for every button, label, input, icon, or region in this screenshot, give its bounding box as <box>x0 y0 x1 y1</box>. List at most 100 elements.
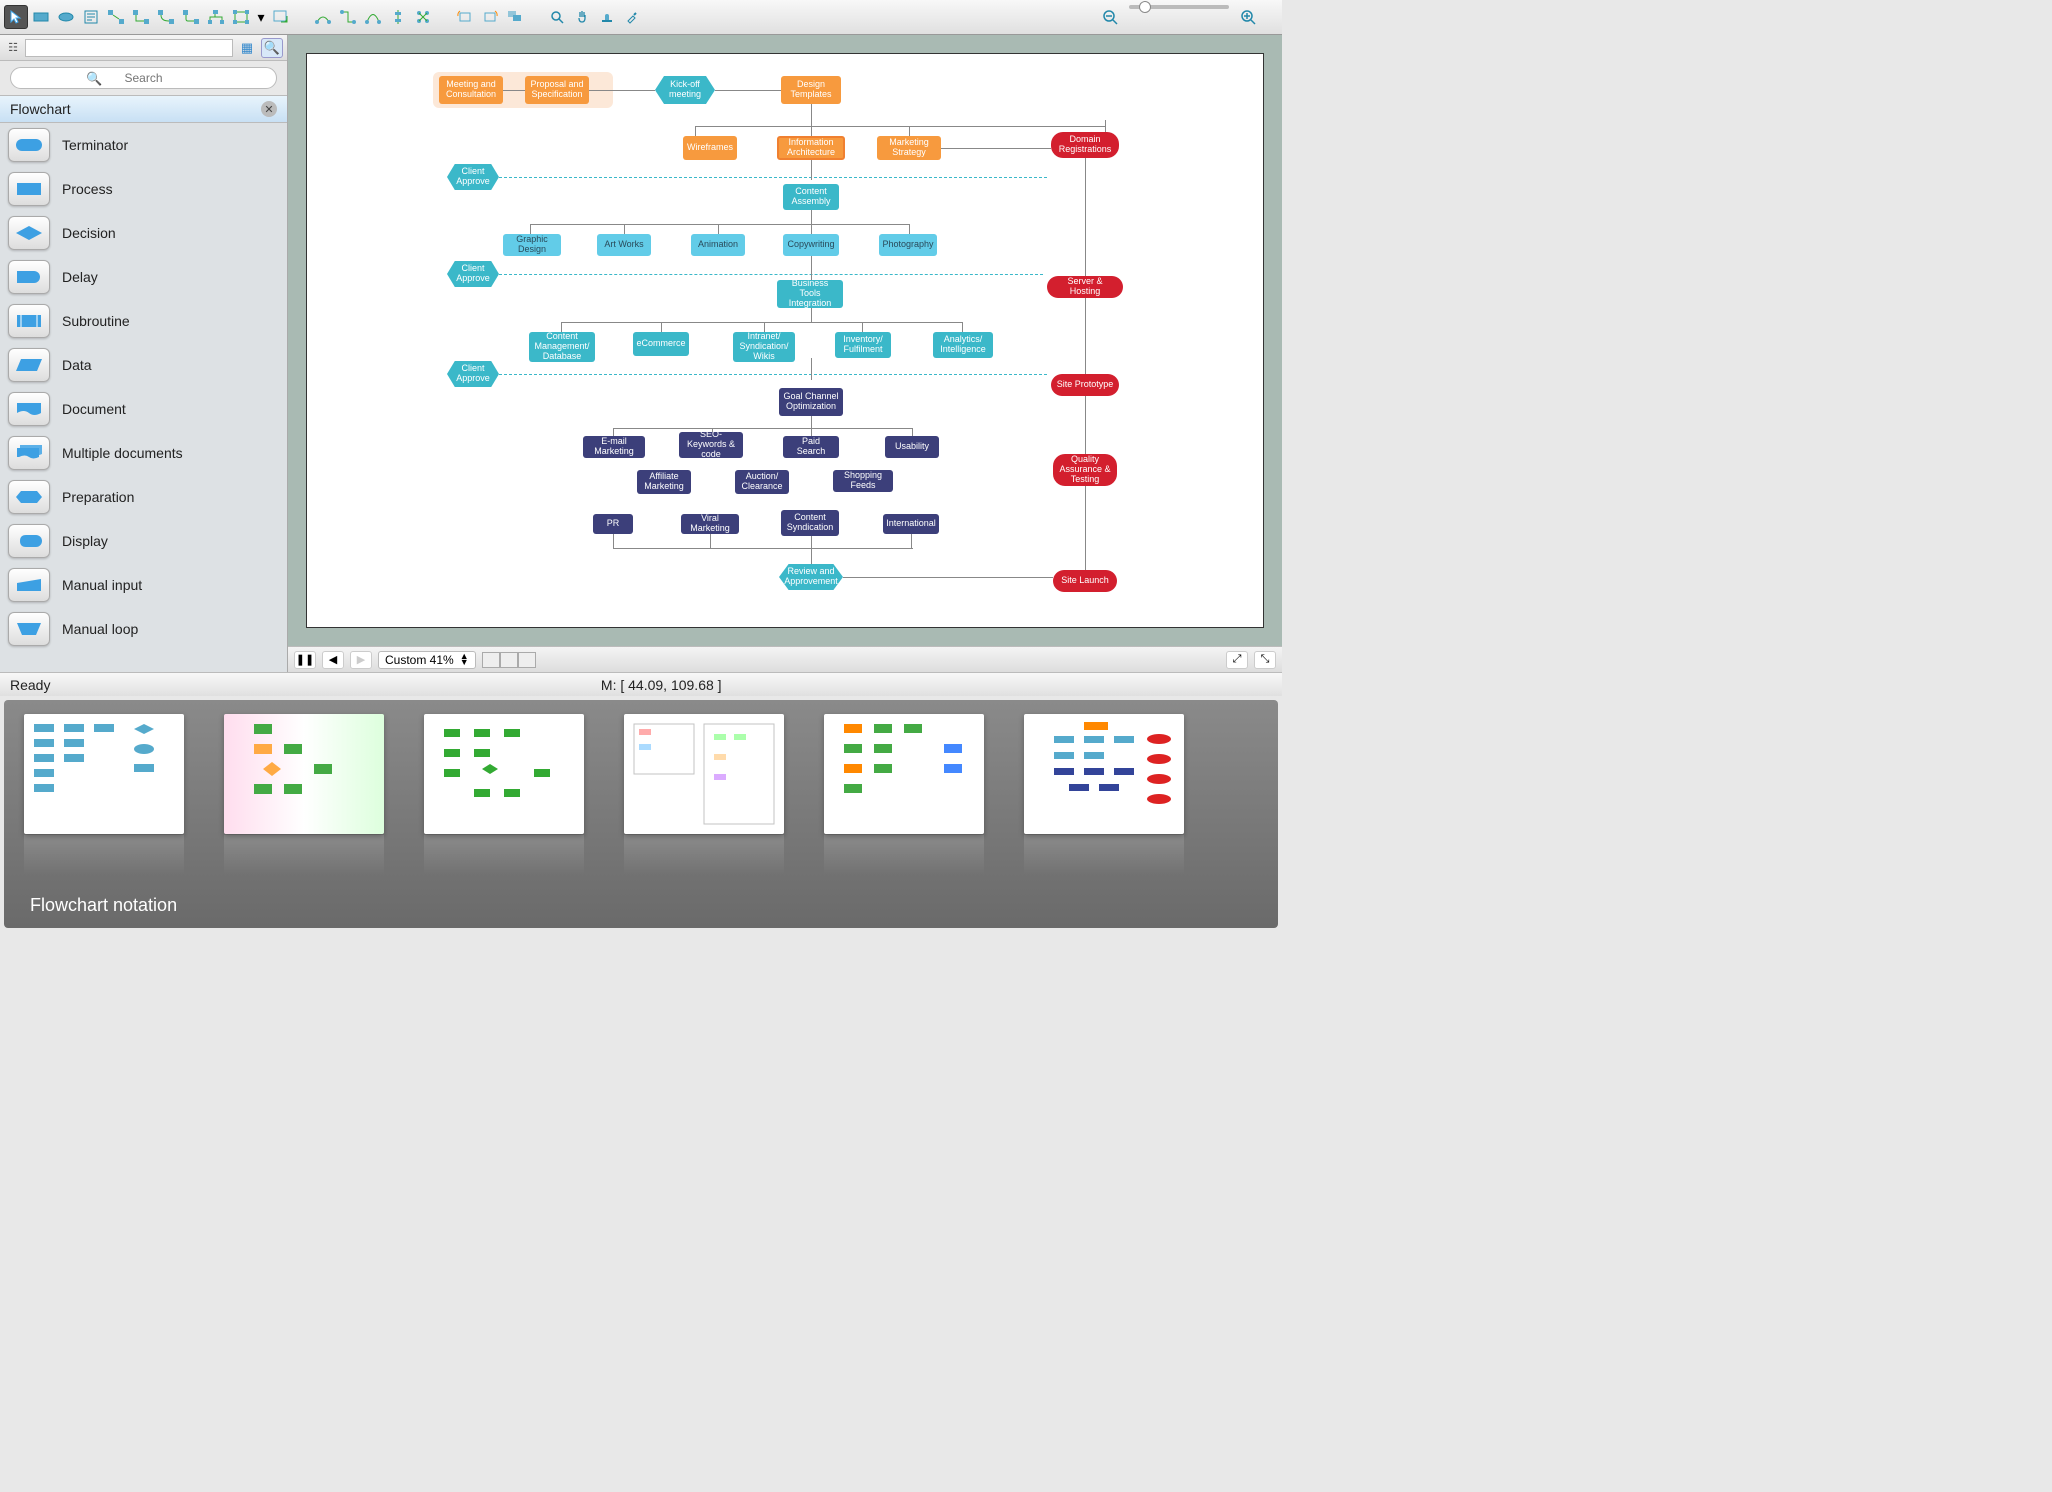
shape-item-terminator[interactable]: Terminator <box>0 123 287 167</box>
flow-node[interactable]: Usability <box>885 436 939 458</box>
flow-node[interactable]: SEO-Keywords & code <box>679 432 743 458</box>
shape-item-minput[interactable]: Manual input <box>0 563 287 607</box>
eyedrop-tool[interactable] <box>620 5 644 29</box>
shape-item-document[interactable]: Document <box>0 387 287 431</box>
gallery-thumb[interactable] <box>824 714 984 875</box>
page-tabs[interactable] <box>482 652 536 668</box>
flow-node[interactable]: Intranet/ Syndication/ Wikis <box>733 332 795 362</box>
flow-node[interactable]: International <box>883 514 939 534</box>
gallery-thumb[interactable] <box>224 714 384 875</box>
flow-node[interactable]: Content Management/ Database <box>529 332 595 362</box>
prev-page-btn[interactable]: ◀ <box>322 651 344 669</box>
fit2-btn[interactable]: ⤡ <box>1254 651 1276 669</box>
flow-node[interactable]: Viral Marketing <box>681 514 739 534</box>
group-tool[interactable] <box>503 5 527 29</box>
connector-curve-tool[interactable] <box>154 5 178 29</box>
canvas[interactable]: Meeting and Consultation Proposal and Spe… <box>306 53 1264 628</box>
connector-multi-tool[interactable] <box>229 5 253 29</box>
flow-node[interactable]: Affiliate Marketing <box>637 470 691 494</box>
flow-node[interactable]: Review and Approvement <box>779 564 843 590</box>
fit-btn[interactable]: ⤢ <box>1226 651 1248 669</box>
rotate-right-tool[interactable] <box>478 5 502 29</box>
grid-view-icon[interactable]: ▦ <box>236 38 258 58</box>
flow-node[interactable]: Graphic Design <box>503 234 561 256</box>
flow-node[interactable]: Proposal and Specification <box>525 76 589 104</box>
flow-node[interactable]: Business Tools Integration <box>777 280 843 308</box>
flow-node[interactable]: Marketing Strategy <box>877 136 941 160</box>
flow-node[interactable]: Goal Channel Optimization <box>779 388 843 416</box>
section-header[interactable]: Flowchart ✕ <box>0 95 287 123</box>
pan-tool[interactable] <box>570 5 594 29</box>
shape-item-decision[interactable]: Decision <box>0 211 287 255</box>
flow-node[interactable]: Meeting and Consultation <box>439 76 503 104</box>
flow-node[interactable]: Animation <box>691 234 745 256</box>
zoom-in-btn[interactable] <box>1236 5 1260 29</box>
flow-node[interactable]: Content Assembly <box>783 184 839 210</box>
stamp-tool[interactable] <box>595 5 619 29</box>
flow-node[interactable]: PR <box>593 514 633 534</box>
flow-node[interactable]: Photography <box>879 234 937 256</box>
flow-node[interactable]: Auction/ Clearance <box>735 470 789 494</box>
line-bezier-tool[interactable] <box>361 5 385 29</box>
flow-node[interactable]: Kick-off meeting <box>655 76 715 104</box>
flow-node[interactable]: Server & Hosting <box>1047 276 1123 298</box>
flow-node[interactable]: Analytics/ Intelligence <box>933 332 993 358</box>
shape-item-data[interactable]: Data <box>0 343 287 387</box>
tree-icon[interactable]: ☷ <box>4 39 22 57</box>
flow-node[interactable]: Domain Registrations <box>1051 132 1119 158</box>
flow-node[interactable]: E-mail Marketing <box>583 436 645 458</box>
connector-straight-tool[interactable] <box>104 5 128 29</box>
flow-node[interactable]: Art Works <box>597 234 651 256</box>
zoom-tool[interactable] <box>545 5 569 29</box>
connector-angle-tool[interactable] <box>129 5 153 29</box>
flow-node[interactable]: Site Launch <box>1053 570 1117 592</box>
gallery-thumb[interactable] <box>424 714 584 875</box>
flow-node[interactable]: Client Approve <box>447 261 499 287</box>
gallery-thumb[interactable] <box>1024 714 1184 875</box>
flow-node[interactable]: Copywriting <box>783 234 839 256</box>
flow-node[interactable]: Paid Search <box>783 436 839 458</box>
shape-item-preparation[interactable]: Preparation <box>0 475 287 519</box>
zoom-slider[interactable] <box>1129 5 1229 9</box>
shape-item-mloop[interactable]: Manual loop <box>0 607 287 651</box>
gallery-thumb[interactable] <box>24 714 184 875</box>
panel-filter-input[interactable] <box>25 39 233 57</box>
flow-node[interactable]: eCommerce <box>633 332 689 356</box>
flow-node[interactable]: Quality Assurance & Testing <box>1053 454 1117 486</box>
flow-node[interactable]: Inventory/ Fulfilment <box>835 332 891 358</box>
align-spread-tool[interactable] <box>411 5 435 29</box>
zoom-stepper-icon[interactable]: ▲▼ <box>460 654 469 665</box>
flow-node[interactable]: Design Templates <box>781 76 841 104</box>
rect-tool[interactable] <box>29 5 53 29</box>
shape-item-display[interactable]: Display <box>0 519 287 563</box>
align-v-tool[interactable] <box>386 5 410 29</box>
line-curve1-tool[interactable] <box>311 5 335 29</box>
zoom-level[interactable]: Custom 41% ▲▼ <box>378 651 476 669</box>
flow-node[interactable]: Wireframes <box>683 136 737 160</box>
next-page-btn[interactable]: ▶ <box>350 651 372 669</box>
flow-node[interactable]: Client Approve <box>447 361 499 387</box>
flow-node[interactable]: Shopping Feeds <box>833 470 893 492</box>
flow-node[interactable]: Information Architecture <box>777 136 845 160</box>
flow-node[interactable]: Content Syndication <box>781 510 839 536</box>
shape-item-delay[interactable]: Delay <box>0 255 287 299</box>
shape-item-multidoc[interactable]: Multiple documents <box>0 431 287 475</box>
gallery-thumb[interactable] <box>624 714 784 875</box>
flow-node[interactable]: Site Prototype <box>1051 374 1119 396</box>
shape-item-process[interactable]: Process <box>0 167 287 211</box>
insert-shape-tool[interactable] <box>269 5 293 29</box>
connector-dropdown[interactable]: ▾ <box>254 5 268 29</box>
ellipse-tool[interactable] <box>54 5 78 29</box>
flow-node[interactable]: Client Approve <box>447 164 499 190</box>
connector-tree-tool[interactable] <box>204 5 228 29</box>
close-section-icon[interactable]: ✕ <box>261 101 277 117</box>
pointer-tool[interactable] <box>4 5 28 29</box>
connector-round-tool[interactable] <box>179 5 203 29</box>
zoom-out-btn[interactable] <box>1098 5 1122 29</box>
line-angle1-tool[interactable] <box>336 5 360 29</box>
text-tool[interactable] <box>79 5 103 29</box>
shape-item-subroutine[interactable]: Subroutine <box>0 299 287 343</box>
pause-btn[interactable]: ❚❚ <box>294 651 316 669</box>
rotate-left-tool[interactable] <box>453 5 477 29</box>
search-toggle-icon[interactable]: 🔍 <box>261 38 283 58</box>
